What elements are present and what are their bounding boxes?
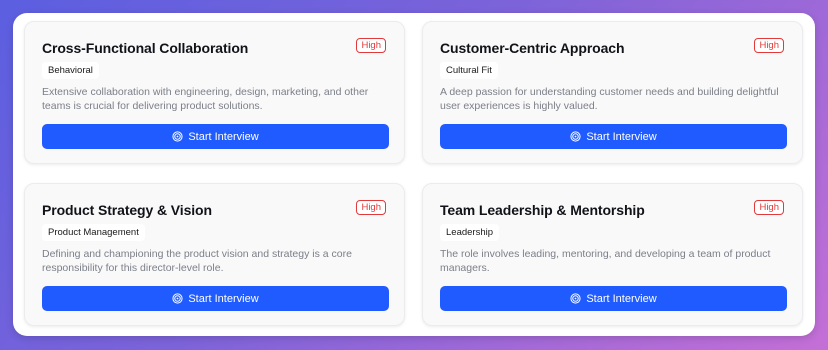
topic-card: Customer-Centric Approach High Cultural … <box>422 21 803 164</box>
card-description: Extensive collaboration with engineering… <box>42 86 369 112</box>
category-tag: Leadership <box>440 224 500 241</box>
card-description: Defining and championing the product vis… <box>42 248 352 274</box>
card-title: Cross-Functional Collaboration <box>42 40 249 56</box>
start-interview-label: Start Interview <box>188 292 259 305</box>
target-icon <box>570 293 581 304</box>
start-interview-button[interactable]: Start Interview <box>42 124 389 149</box>
start-interview-button[interactable]: Start Interview <box>440 124 787 149</box>
category-tag: Product Management <box>42 224 145 241</box>
card-description: A deep passion for understanding custome… <box>440 86 779 112</box>
target-icon <box>172 131 183 142</box>
start-interview-button[interactable]: Start Interview <box>42 286 389 311</box>
start-interview-label: Start Interview <box>188 130 259 143</box>
start-interview-label: Start Interview <box>586 292 657 305</box>
card-title: Customer-Centric Approach <box>440 40 625 56</box>
priority-badge: High <box>356 38 386 53</box>
topic-card: Team Leadership & Mentorship High Leader… <box>422 183 803 326</box>
topic-card: Product Strategy & Vision High Product M… <box>24 183 405 326</box>
category-tag: Cultural Fit <box>440 62 498 79</box>
priority-badge: High <box>356 200 386 215</box>
start-interview-button[interactable]: Start Interview <box>440 286 787 311</box>
target-icon <box>172 293 183 304</box>
category-tag: Behavioral <box>42 62 99 79</box>
priority-badge: High <box>754 38 784 53</box>
card-description: The role involves leading, mentoring, an… <box>440 248 771 274</box>
start-interview-label: Start Interview <box>586 130 657 143</box>
target-icon <box>570 131 581 142</box>
card-title: Product Strategy & Vision <box>42 202 212 218</box>
card-title: Team Leadership & Mentorship <box>440 202 645 218</box>
priority-badge: High <box>754 200 784 215</box>
topic-card: Cross-Functional Collaboration High Beha… <box>24 21 405 164</box>
interview-topics-panel: Cross-Functional Collaboration High Beha… <box>13 13 815 336</box>
